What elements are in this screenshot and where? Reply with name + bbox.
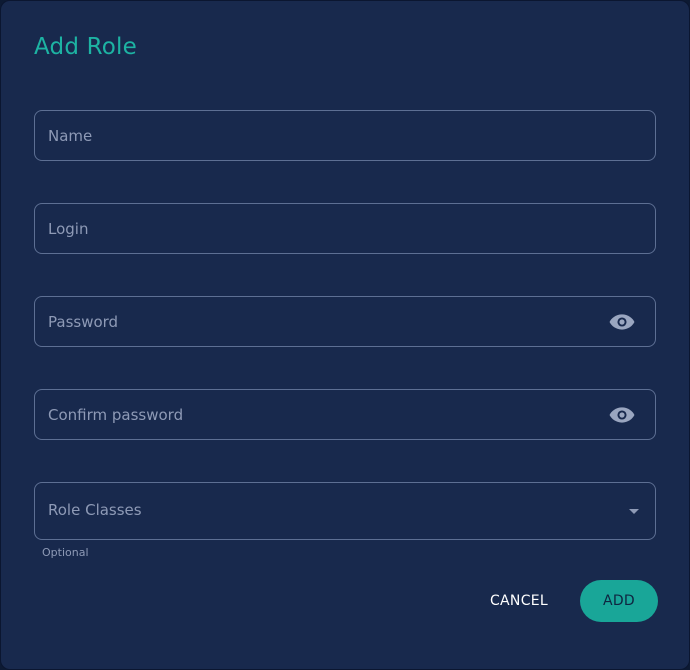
add-role-dialog: Add Role Role Classes Optional CANCEL AD… [0,0,690,670]
dialog-title: Add Role [34,34,137,60]
confirm-password-input[interactable] [35,390,655,439]
name-input[interactable] [35,111,655,160]
role-classes-label: Role Classes [48,501,142,519]
eye-icon[interactable] [609,406,635,424]
password-input[interactable] [35,297,655,346]
caret-down-icon [629,509,639,514]
login-input[interactable] [35,204,655,253]
password-field[interactable] [34,296,656,347]
login-field[interactable] [34,203,656,254]
role-classes-select[interactable]: Role Classes [34,482,656,540]
eye-icon[interactable] [609,313,635,331]
confirm-password-field[interactable] [34,389,656,440]
add-button[interactable]: ADD [580,580,658,622]
role-classes-hint: Optional [42,546,89,559]
name-field[interactable] [34,110,656,161]
cancel-button[interactable]: CANCEL [478,581,560,621]
